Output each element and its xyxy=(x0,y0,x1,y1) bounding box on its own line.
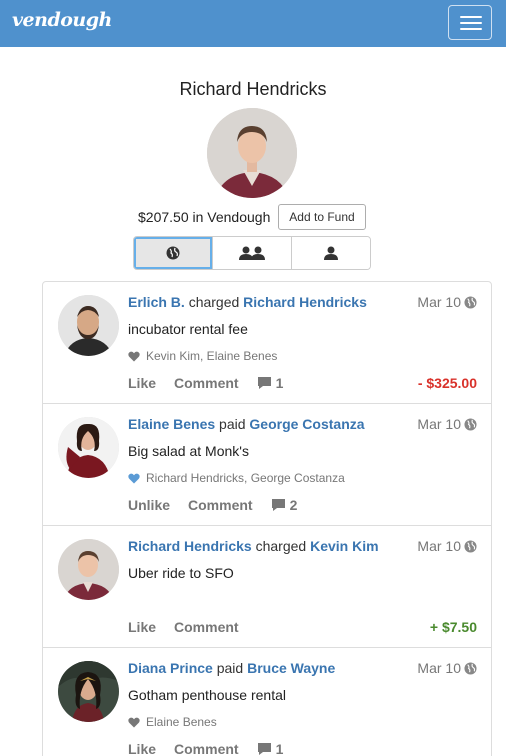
activity-feed: Erlich B. charged Richard Hendricks Mar … xyxy=(42,281,492,756)
globe-icon xyxy=(464,295,477,309)
speech-bubble-icon xyxy=(257,743,271,755)
feed-item: Erlich B. charged Richard Hendricks Mar … xyxy=(43,282,491,404)
user-avatar[interactable] xyxy=(58,661,119,722)
filter-friends-button[interactable] xyxy=(212,237,291,269)
like-button[interactable]: Like xyxy=(128,741,156,756)
transaction-note: Gotham penthouse rental xyxy=(128,687,286,703)
brand-logo[interactable]: vendough xyxy=(12,9,112,31)
likes-row: Kevin Kim, Elaine Benes xyxy=(128,349,277,363)
liked-by-names[interactable]: Elaine Benes xyxy=(146,715,217,729)
globe-icon xyxy=(464,417,477,431)
transaction-verb: paid xyxy=(219,416,246,432)
liked-by-names[interactable]: Kevin Kim, Elaine Benes xyxy=(146,349,277,363)
comment-count-value: 2 xyxy=(289,497,298,513)
friends-icon xyxy=(239,246,265,260)
actor-link[interactable]: Diana Prince xyxy=(128,660,213,676)
menu-icon-bar xyxy=(460,22,482,24)
transaction-verb: charged xyxy=(255,538,307,554)
date-text: Mar 10 xyxy=(417,294,461,310)
like-button[interactable]: Like xyxy=(128,619,156,635)
action-row: Unlike Comment 2 xyxy=(128,497,297,513)
comment-count[interactable]: 1 xyxy=(257,375,284,391)
globe-icon xyxy=(464,539,477,553)
transaction-headline: Diana Prince paid Bruce Wayne xyxy=(128,660,335,676)
menu-toggle-button[interactable] xyxy=(448,5,492,40)
heart-icon xyxy=(128,473,140,483)
actor-link[interactable]: Richard Hendricks xyxy=(128,538,252,554)
target-link[interactable]: Richard Hendricks xyxy=(243,294,367,310)
profile-name: Richard Hendricks xyxy=(179,79,327,99)
action-row: Like Comment 1 xyxy=(128,741,283,756)
user-avatar[interactable] xyxy=(58,295,119,356)
transaction-verb: charged xyxy=(188,294,240,310)
transaction-date: Mar 10 xyxy=(417,416,477,432)
feed-filter-group xyxy=(133,236,371,270)
action-row: Like Comment 1 xyxy=(128,375,283,391)
target-link[interactable]: Kevin Kim xyxy=(310,538,378,554)
filter-personal-button[interactable] xyxy=(291,237,370,269)
feed-item: Diana Prince paid Bruce Wayne Mar 10 Got… xyxy=(43,648,491,756)
actor-link[interactable]: Erlich B. xyxy=(128,294,185,310)
target-link[interactable]: George Costanza xyxy=(249,416,364,432)
comment-button[interactable]: Comment xyxy=(174,375,239,391)
transaction-headline: Richard Hendricks charged Kevin Kim xyxy=(128,538,379,554)
actor-link[interactable]: Elaine Benes xyxy=(128,416,215,432)
comment-count[interactable]: 1 xyxy=(257,741,284,756)
transaction-note: Big salad at Monk's xyxy=(128,443,249,459)
transaction-verb: paid xyxy=(216,660,244,676)
user-icon xyxy=(324,246,338,260)
comment-button[interactable]: Comment xyxy=(174,619,239,635)
profile-avatar xyxy=(207,108,297,198)
menu-icon-bar xyxy=(460,28,482,30)
speech-bubble-icon xyxy=(257,377,271,389)
globe-icon xyxy=(166,246,180,260)
target-link[interactable]: Bruce Wayne xyxy=(247,660,335,676)
transaction-date: Mar 10 xyxy=(417,538,477,554)
transaction-amount: + $7.50 xyxy=(429,619,477,635)
action-row: Like Comment xyxy=(128,619,239,635)
filter-public-button[interactable] xyxy=(134,237,212,269)
comment-count-value: 1 xyxy=(275,375,284,391)
menu-icon xyxy=(460,16,482,18)
heart-icon xyxy=(128,351,140,361)
transaction-date: Mar 10 xyxy=(417,660,477,676)
add-to-fund-button[interactable]: Add to Fund xyxy=(278,204,366,230)
likes-row: Richard Hendricks, George Costanza xyxy=(128,471,345,485)
user-avatar[interactable] xyxy=(58,417,119,478)
likes-row: Elaine Benes xyxy=(128,715,217,729)
transaction-note: incubator rental fee xyxy=(128,321,248,337)
transaction-headline: Elaine Benes paid George Costanza xyxy=(128,416,365,432)
comment-button[interactable]: Comment xyxy=(174,741,239,756)
comment-count-value: 1 xyxy=(275,741,284,756)
like-button[interactable]: Like xyxy=(128,375,156,391)
transaction-note: Uber ride to SFO xyxy=(128,565,234,581)
comment-button[interactable]: Comment xyxy=(188,497,253,513)
globe-icon xyxy=(464,661,477,675)
user-avatar[interactable] xyxy=(58,539,119,600)
feed-item: Elaine Benes paid George Costanza Mar 10… xyxy=(43,404,491,526)
balance-text: $207.50 in Vendough xyxy=(138,209,271,225)
liked-by-names[interactable]: Richard Hendricks, George Costanza xyxy=(146,471,345,485)
comment-count[interactable]: 2 xyxy=(271,497,298,513)
transaction-date: Mar 10 xyxy=(417,294,477,310)
date-text: Mar 10 xyxy=(417,660,461,676)
date-text: Mar 10 xyxy=(417,416,461,432)
speech-bubble-icon xyxy=(271,499,285,511)
unlike-button[interactable]: Unlike xyxy=(128,497,170,513)
transaction-amount: - $325.00 xyxy=(417,375,477,391)
navbar: vendough xyxy=(0,0,506,47)
date-text: Mar 10 xyxy=(417,538,461,554)
heart-icon xyxy=(128,717,140,727)
feed-item: Richard Hendricks charged Kevin Kim Mar … xyxy=(43,526,491,648)
transaction-headline: Erlich B. charged Richard Hendricks xyxy=(128,294,367,310)
